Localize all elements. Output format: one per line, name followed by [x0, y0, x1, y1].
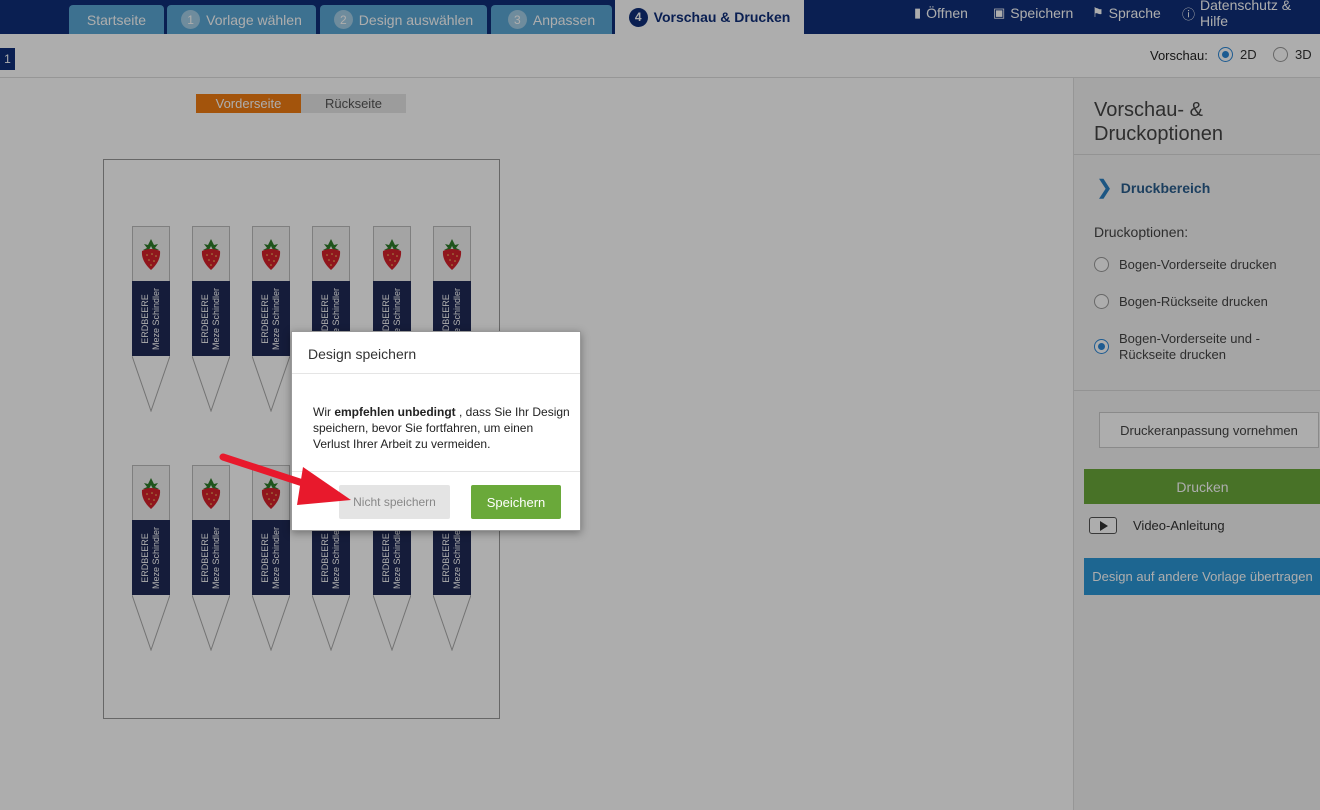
save-design-dialog: Design speichern Wir empfehlen unbedingt… — [291, 331, 581, 531]
divider — [292, 373, 580, 374]
dont-save-button[interactable]: Nicht speichern — [339, 485, 450, 519]
save-button[interactable]: Speichern — [471, 485, 561, 519]
message-text: Wir — [313, 405, 335, 419]
dialog-message: Wir empfehlen unbedingt , dass Sie Ihr D… — [313, 404, 573, 452]
divider — [292, 471, 580, 472]
dialog-title: Design speichern — [308, 346, 417, 362]
modal-backdrop[interactable] — [0, 0, 1320, 810]
message-emphasis: empfehlen unbedingt — [334, 405, 456, 419]
